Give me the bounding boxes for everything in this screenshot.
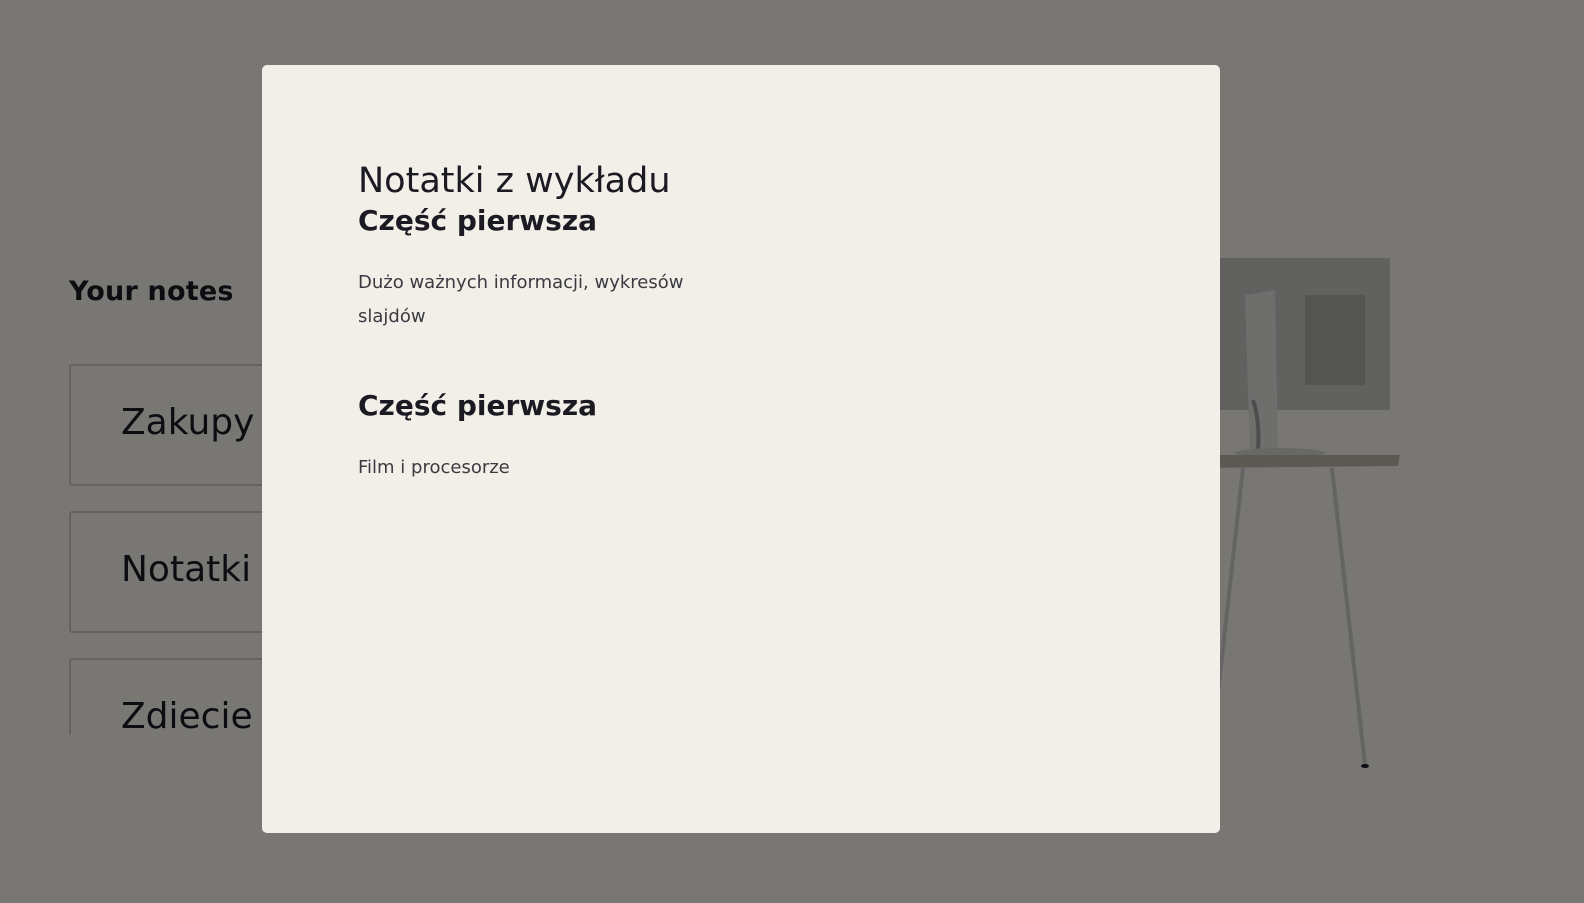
note-section: Część pierwsza Film i procesorze xyxy=(358,389,718,485)
note-title: Notatki z wykładu xyxy=(358,161,671,201)
note-section: Część pierwsza Dużo ważnych informacji, … xyxy=(358,204,718,334)
section-heading: Część pierwsza xyxy=(358,204,598,237)
note-content: Notatki z wykładu Część pierwsza Dużo wa… xyxy=(358,160,718,485)
section-heading: Część pierwsza xyxy=(358,389,598,422)
section-body: Dużo ważnych informacji, wykresów slajdó… xyxy=(358,272,684,327)
section-body: Film i procesorze xyxy=(358,457,510,478)
note-modal: Notatki z wykładu Część pierwsza Dużo wa… xyxy=(262,65,1220,833)
page: Your notes Zakupy Notatki z Zdiecie z xyxy=(0,0,1584,903)
